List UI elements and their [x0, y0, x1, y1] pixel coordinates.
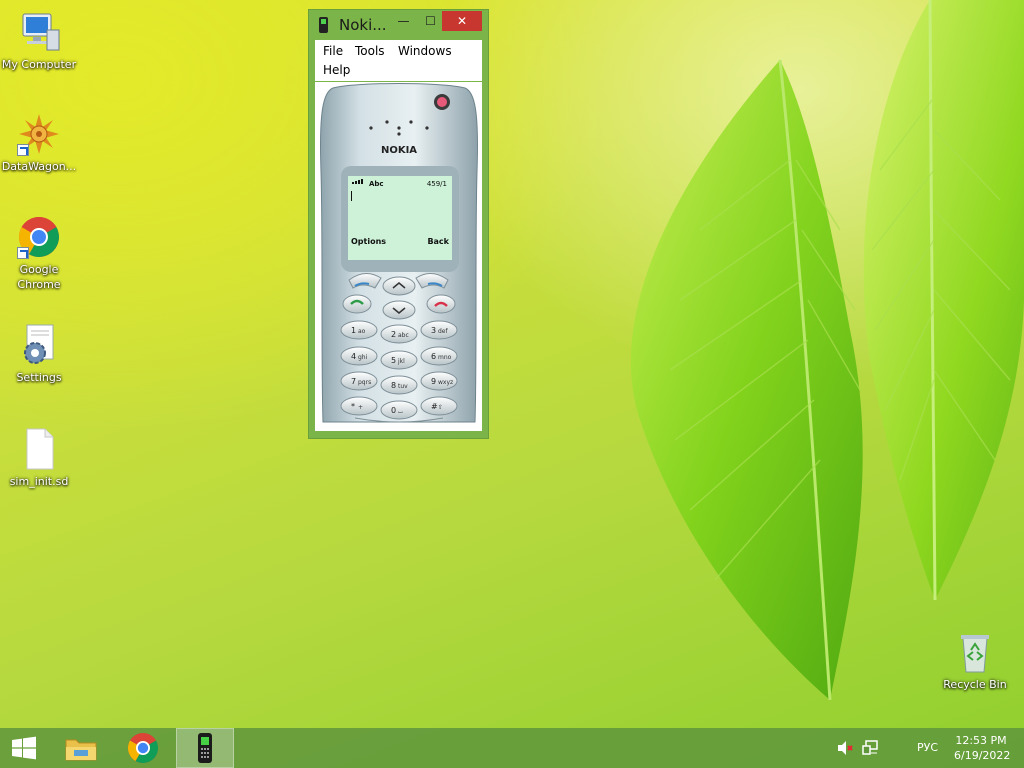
menu-windows[interactable]: Windows: [398, 44, 452, 58]
keypad-key-number: 1: [351, 326, 356, 335]
start-button[interactable]: [0, 728, 58, 768]
menu-tools[interactable]: Tools: [355, 44, 385, 58]
keypad-key-letters: wxyz: [438, 379, 453, 386]
nav-up-key[interactable]: [382, 276, 416, 296]
desktop-icon-datawagon[interactable]: DataWagon...: [0, 112, 78, 174]
shortcut-arrow-icon: [17, 247, 29, 259]
start-icon: [12, 736, 36, 760]
lcd-right-softkey-label: Back: [427, 237, 449, 246]
taskbar-nokia-emulator[interactable]: [176, 728, 234, 768]
keypad-key-letters: ⌴: [398, 408, 403, 415]
lcd-text-cursor: [351, 191, 352, 201]
wallpaper-leaves: [630, 0, 1024, 701]
menu-help[interactable]: Help: [323, 63, 350, 77]
settings-icon: [17, 323, 61, 367]
desktop-icon-google-chrome[interactable]: Google Chrome: [0, 215, 78, 292]
window-title: Noki...: [339, 16, 387, 34]
nokia-phone-icon: [198, 733, 212, 763]
keypad-key-number: 6: [431, 352, 436, 361]
keypad-key-letters: abc: [398, 332, 409, 339]
desktop-icon-label: Settings: [16, 371, 62, 384]
file-icon: [17, 427, 61, 471]
network-icon[interactable]: [862, 740, 880, 759]
keypad-key-letters: mno: [438, 354, 452, 361]
datawagon-icon: [17, 112, 61, 156]
desktop-icon-label: DataWagon...: [1, 160, 77, 173]
keypad-key-number: 0: [391, 406, 396, 415]
keypad-key-letters: pqrs: [358, 379, 371, 386]
keypad-key-number: 3: [431, 326, 436, 335]
nokia-phone-image: NOKIA Abc 459/1 Options Back 1 ao 2 abc 3 def…: [320, 83, 478, 423]
keypad-key-number: 2: [391, 330, 396, 339]
desktop-icon-label: sim_init.sd: [9, 475, 69, 488]
keypad-key-number: 7: [351, 377, 356, 386]
nav-down-key[interactable]: [382, 300, 416, 320]
desktop-icon-my-computer[interactable]: My Computer: [0, 10, 78, 72]
phone-lcd-screen: [348, 176, 452, 260]
taskbar-chrome[interactable]: [114, 728, 172, 768]
lcd-left-softkey-label: Options: [351, 237, 386, 246]
keypad-key-letters: def: [438, 328, 449, 335]
clock[interactable]: 12:53 PM 6/19/2022: [954, 733, 1011, 763]
keypad-key-number: 5: [391, 356, 396, 365]
keypad-key-letters: +: [358, 404, 363, 411]
lcd-input-mode: Abc: [369, 180, 384, 188]
computer-icon: [17, 10, 61, 54]
keypad-key-number: #: [431, 402, 438, 411]
desktop-icon-label: Recycle Bin: [943, 678, 1007, 691]
shortcut-arrow-icon: [17, 144, 29, 156]
keypad-key-letters: tuv: [398, 383, 408, 390]
minimize-button[interactable]: —: [390, 11, 417, 31]
file-explorer-icon: [65, 739, 97, 761]
menu-file[interactable]: File: [323, 44, 343, 58]
phone-display-area: NOKIA Abc 459/1 Options Back 1 ao 2 abc 3 def…: [315, 82, 482, 431]
menu-bar: File Tools Windows Help: [315, 40, 482, 81]
chrome-icon: [17, 215, 61, 259]
keypad-key-number: 4: [351, 352, 356, 361]
desktop-icon-settings[interactable]: Settings: [0, 323, 78, 385]
desktop-icon-label: Google Chrome: [17, 263, 61, 291]
keypad-key-number: *: [351, 402, 355, 411]
desktop-icon-recycle-bin[interactable]: Recycle Bin: [936, 630, 1014, 692]
desktop-icon-label: My Computer: [1, 58, 77, 71]
desktop-icon-sim-init[interactable]: sim_init.sd: [0, 427, 78, 489]
phone-brand-label: NOKIA: [381, 145, 417, 156]
nokia-emulator-window[interactable]: Noki... — ☐ ✕ File Tools Windows Help NO…: [308, 9, 489, 439]
chrome-icon: [127, 733, 159, 764]
keypad-key-number: 8: [391, 381, 396, 390]
clock-time: 12:53 PM: [955, 734, 1007, 747]
taskbar-file-explorer[interactable]: [52, 728, 110, 768]
nokia-phone-icon: [319, 17, 328, 33]
window-titlebar[interactable]: Noki... — ☐ ✕: [309, 10, 488, 40]
call-key[interactable]: [342, 294, 372, 314]
keypad-key-letters: ghi: [358, 354, 368, 361]
keypad-key-letters: ao: [358, 328, 366, 335]
keypad-key-letters: jkl: [397, 358, 405, 365]
keypad-key-number: 9: [431, 377, 436, 386]
maximize-button[interactable]: ☐: [417, 11, 444, 31]
lcd-char-counter: 459/1: [427, 180, 447, 188]
language-indicator[interactable]: РУС: [917, 741, 938, 754]
recycle-bin-icon: [953, 630, 997, 674]
volume-muted-icon[interactable]: [836, 740, 854, 759]
close-button[interactable]: ✕: [442, 11, 482, 31]
taskbar: РУС 12:53 PM 6/19/2022: [0, 728, 1024, 768]
keypad-key-letters: ⇧: [438, 404, 443, 411]
clock-date: 6/19/2022: [954, 749, 1011, 762]
